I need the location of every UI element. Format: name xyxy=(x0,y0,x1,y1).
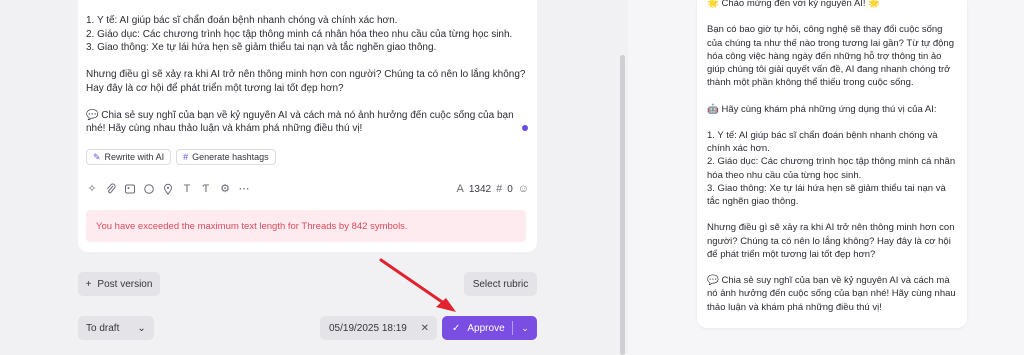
hashtag-count-icon: # xyxy=(496,183,503,195)
preview-paragraph: Nhưng điều gì sẽ xảy ra khi AI trở nên t… xyxy=(707,222,955,260)
approve-options-button[interactable]: ⌄ xyxy=(513,323,537,334)
generate-hashtags-button[interactable]: # Generate hashtags xyxy=(176,149,276,165)
text-icon[interactable]: T xyxy=(181,183,193,195)
status-dot xyxy=(522,125,528,131)
emoji-icon[interactable]: ☺ xyxy=(518,183,529,195)
hashtag-count: 0 xyxy=(507,183,513,195)
counters: A 1342 # 0 ☺ xyxy=(456,183,529,195)
char-count-icon: A xyxy=(456,183,464,195)
to-draft-label: To draft xyxy=(86,322,120,334)
check-icon: ✓ xyxy=(452,322,461,334)
to-draft-dropdown[interactable]: To draft ⌄ xyxy=(78,316,154,340)
preview-paragraph: Bạn có bao giờ tự hỏi, công nghệ sẽ thay… xyxy=(707,24,954,89)
approve-label: Approve xyxy=(467,322,505,334)
pencil-icon: ✎ xyxy=(93,151,101,162)
char-count: 1342 xyxy=(468,183,492,195)
preview-pane: 🌟 Chào mừng đến với kỷ nguyên AI! 🌟 Bạn … xyxy=(628,0,1024,355)
annotation-arrow xyxy=(379,258,456,312)
hashtag-icon: # xyxy=(183,152,189,162)
schedule-date-field[interactable]: 05/19/2025 18:19 ✕ xyxy=(320,316,437,340)
post-line: 1. Y tế: AI giúp bác sĩ chẩn đoán bệnh n… xyxy=(86,15,398,26)
settings-icon[interactable]: ⚙ xyxy=(219,183,231,195)
post-line: 3. Giao thông: Xe tự lái hứa hẹn sẽ giảm… xyxy=(86,42,437,53)
chevron-down-icon: ⌄ xyxy=(521,322,529,333)
rewrite-label: Rewrite with AI xyxy=(104,152,165,162)
plus-icon: + xyxy=(85,278,92,290)
post-version-label: Post version xyxy=(97,278,153,290)
preview-line: 🌟 Chào mừng đến với kỷ nguyên AI! 🌟 xyxy=(707,0,881,9)
close-icon[interactable]: ✕ xyxy=(421,323,429,334)
location-icon[interactable] xyxy=(162,183,174,195)
post-text-area[interactable]: 1. Y tế: AI giúp bác sĩ chẩn đoán bệnh n… xyxy=(86,14,526,136)
post-version-button[interactable]: + Post version xyxy=(78,272,160,296)
chevron-down-icon: ⌄ xyxy=(137,322,146,334)
select-rubric-button[interactable]: Select rubric xyxy=(464,272,537,296)
font-icon[interactable]: Ƭ xyxy=(200,183,212,195)
preview-list-item: 3. Giao thông: Xe tự lái hứa hẹn sẽ giảm… xyxy=(707,182,946,207)
image-icon[interactable] xyxy=(124,183,136,195)
editor-toolbar: ✧ T Ƭ ⚙ ⋯ xyxy=(86,183,250,195)
comment-icon[interactable] xyxy=(143,183,155,195)
more-icon[interactable]: ⋯ xyxy=(238,183,250,195)
preview-paragraph: 💬 Chia sẻ suy nghĩ của bạn về kỷ nguyên … xyxy=(707,275,956,313)
editor-pane: 1. Y tế: AI giúp bác sĩ chẩn đoán bệnh n… xyxy=(0,0,628,355)
preview-list-item: 2. Giáo dục: Các chương trình học tập th… xyxy=(707,156,956,181)
post-preview-card: 🌟 Chào mừng đến với kỷ nguyên AI! 🌟 Bạn … xyxy=(697,0,967,328)
post-editor-card: 1. Y tế: AI giúp bác sĩ chẩn đoán bệnh n… xyxy=(78,0,537,252)
preview-text: 🌟 Chào mừng đến với kỷ nguyên AI! 🌟 Bạn … xyxy=(707,0,959,314)
scrollbar[interactable] xyxy=(620,55,625,355)
post-paragraph: 💬 Chia sẻ suy nghĩ của bạn về kỷ nguyên … xyxy=(86,109,514,135)
post-line: 2. Giáo dục: Các chương trình học tập th… xyxy=(86,28,513,40)
sparkle-icon[interactable]: ✧ xyxy=(86,183,98,195)
preview-paragraph: 🤖 Hãy cùng khám phá những ứng dụng thú v… xyxy=(707,103,937,115)
preview-list-item: 1. Y tế: AI giúp bác sĩ chẩn đoán bệnh n… xyxy=(707,129,938,155)
rewrite-with-ai-button[interactable]: ✎ Rewrite with AI xyxy=(86,149,172,165)
schedule-date: 05/19/2025 18:19 xyxy=(329,322,407,334)
hashtags-label: Generate hashtags xyxy=(192,152,269,162)
select-rubric-label: Select rubric xyxy=(472,278,529,290)
post-paragraph: Nhưng điều gì sẽ xảy ra khi AI trở nên t… xyxy=(86,69,526,94)
length-error-alert: You have exceeded the maximum text lengt… xyxy=(86,210,526,242)
approve-button[interactable]: ✓ Approve xyxy=(442,316,512,340)
approve-button-group: ✓ Approve ⌄ xyxy=(442,316,537,340)
error-message: You have exceeded the maximum text lengt… xyxy=(96,220,408,232)
paperclip-icon[interactable] xyxy=(105,183,117,195)
ai-chips: ✎ Rewrite with AI # Generate hashtags xyxy=(86,149,276,165)
